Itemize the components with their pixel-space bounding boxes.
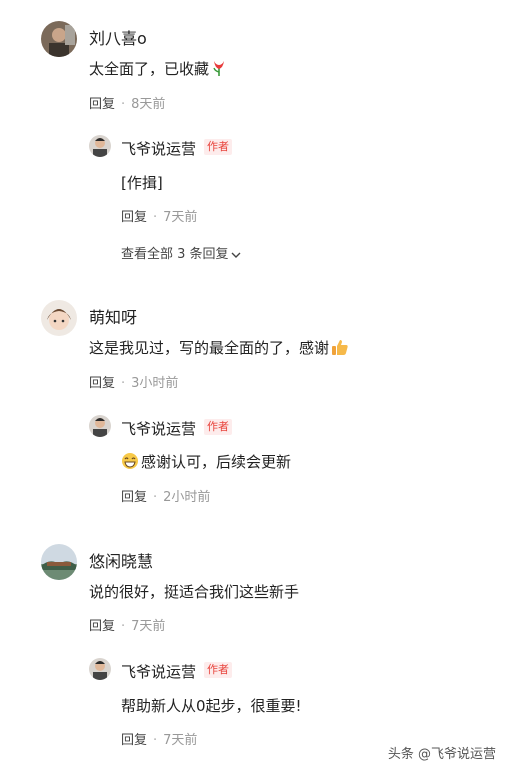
separator-dot: · [153,733,158,748]
comment-username[interactable]: 萌知呀 [89,304,137,328]
avatar[interactable] [41,21,77,57]
tulip-emoji [211,59,227,81]
comment-time: 3小时前 [131,376,179,391]
separator-dot: · [121,376,126,391]
view-all-replies-link[interactable]: 查看全部 3 条回复 [121,243,241,262]
reply-time: 7天前 [163,733,198,748]
reply-button[interactable]: 回复 [89,376,115,391]
reply-button[interactable]: 回复 [89,619,115,634]
author-avatar[interactable] [89,658,111,680]
reply-time: 7天前 [163,210,198,225]
reply-text: [作揖] [121,174,163,192]
reply-text: 帮助新人从0起步，很重要! [121,697,302,715]
chevron-down-icon [231,252,241,258]
reply-meta: 回复 · 2小时前 [121,486,210,505]
author-avatar[interactable] [89,135,111,157]
author-badge: 作者 [204,419,232,435]
comment-username[interactable]: 刘八喜o [89,25,147,49]
separator-dot: · [121,619,126,634]
author-badge: 作者 [204,139,232,155]
reply-text-content: 感谢认可，后续会更新 [141,453,292,471]
watermark: 头条 @飞爷说运营 [387,747,496,762]
separator-dot: · [153,210,158,225]
author-username[interactable]: 飞爷说运营 [121,661,196,682]
comment-time: 7天前 [131,619,166,634]
separator-dot: · [121,97,126,112]
reply-meta: 回复 · 7天前 [121,729,197,748]
avatar[interactable] [41,544,77,580]
author-badge: 作者 [204,662,232,678]
reply-button[interactable]: 回复 [121,490,147,505]
avatar[interactable] [41,300,77,336]
separator-dot: · [153,490,158,505]
author-username[interactable]: 飞爷说运营 [121,418,196,439]
comment-text-content: 这是我见过，写的最全面的了，感谢 [89,339,330,357]
reply-meta: 回复 · 7天前 [121,206,197,225]
comment-time: 8天前 [131,97,166,112]
comment-text: 这是我见过，写的最全面的了，感谢 [89,337,349,360]
reply-button[interactable]: 回复 [121,733,147,748]
reply-button[interactable]: 回复 [89,97,115,112]
reply-button[interactable]: 回复 [121,210,147,225]
reply-text: 感谢认可，后续会更新 [121,451,291,474]
thumbs-up-emoji [331,338,349,360]
comment-meta: 回复 · 8天前 [89,93,165,112]
grin-emoji [121,452,139,474]
comment-meta: 回复 · 7天前 [89,615,165,634]
author-avatar[interactable] [89,415,111,437]
reply-time: 2小时前 [163,490,211,505]
view-all-replies-label: 查看全部 3 条回复 [121,247,229,262]
comment-text: 太全面了，已收藏 [89,58,227,81]
comment-username[interactable]: 悠闲晓慧 [89,548,153,572]
comment-text-content: 太全面了，已收藏 [89,60,210,78]
author-username[interactable]: 飞爷说运营 [121,138,196,159]
comment-meta: 回复 · 3小时前 [89,372,178,391]
comment-text: 说的很好，挺适合我们这些新手 [89,583,300,601]
